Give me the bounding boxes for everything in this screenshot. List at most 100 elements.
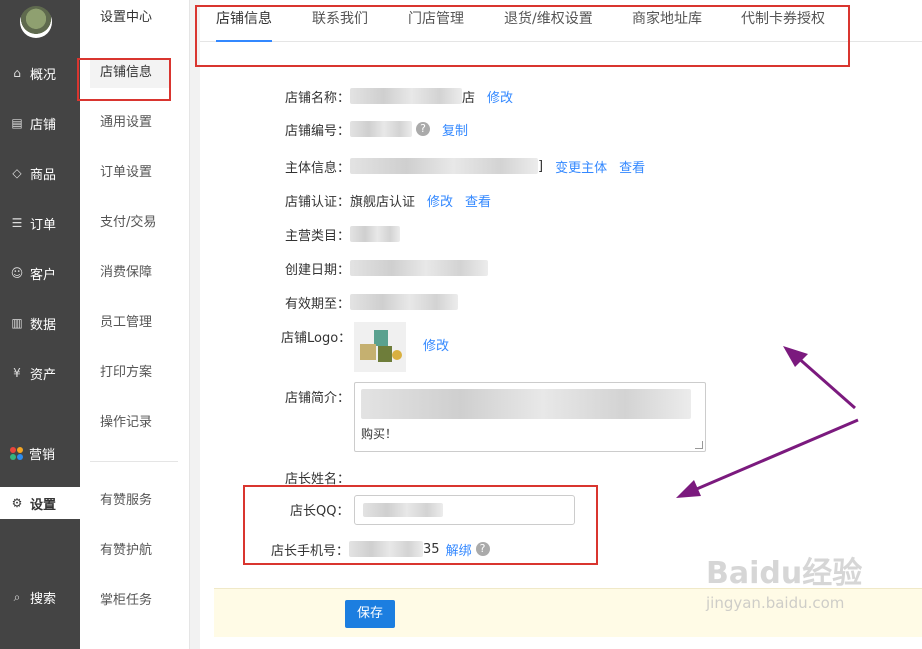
cert-label: 店铺认证：	[285, 194, 351, 210]
submenu-item-tasks[interactable]: 掌柜任务	[80, 586, 190, 616]
nav-label: 数据	[30, 317, 57, 333]
nav-label: 设置	[30, 497, 57, 513]
owner-phone-label: 店长手机号：	[271, 543, 350, 559]
row-store-number: 店铺编号： ? 复制	[285, 119, 468, 139]
app-root: ⌂ 概况 ▤ 店铺 ◇ 商品 ☰ 订单 ☺ 客户 ▥ 数据 ¥ 资产 营销 ⚙ …	[0, 0, 922, 649]
store-number-label: 店铺编号：	[285, 123, 351, 139]
created-label: 创建日期：	[285, 262, 351, 278]
submenu-divider	[90, 461, 178, 462]
nav-item-customers[interactable]: ☺ 客户	[0, 257, 80, 289]
submenu-item-payment[interactable]: 支付/交易	[80, 208, 190, 238]
submenu-item-protection[interactable]: 有赞护航	[80, 536, 190, 566]
row-logo: 店铺Logo：	[281, 326, 351, 346]
owner-qq-input[interactable]	[354, 495, 575, 525]
nav-item-search[interactable]: ⌕ 搜索	[0, 581, 80, 613]
nav-label: 搜索	[30, 591, 57, 607]
row-category: 主营类目：	[285, 224, 401, 244]
submenu-item-order[interactable]: 订单设置	[80, 158, 190, 188]
edit-cert-link[interactable]: 修改	[427, 191, 453, 210]
nav-item-data[interactable]: ▥ 数据	[0, 307, 80, 339]
yuan-icon: ¥	[13, 366, 21, 380]
nav-item-orders[interactable]: ☰ 订单	[0, 207, 80, 239]
gear-icon: ⚙	[11, 496, 23, 510]
avatar[interactable]	[20, 6, 52, 38]
edit-name-link[interactable]: 修改	[487, 87, 513, 106]
row-expires: 有效期至：	[285, 292, 459, 312]
tab-address[interactable]: 商家地址库	[632, 8, 702, 42]
category-label: 主营类目：	[285, 228, 351, 244]
row-store-name: 店铺名称： 店 修改	[285, 86, 513, 106]
row-owner-qq: 店长QQ：	[290, 499, 349, 519]
submenu-item-log[interactable]: 操作记录	[80, 408, 190, 438]
marketing-icon	[10, 446, 23, 460]
nav-item-settings[interactable]: ⚙ 设置	[0, 487, 80, 519]
logo-label: 店铺Logo：	[281, 330, 352, 346]
save-footer: 保存	[214, 588, 922, 637]
store-logo-image[interactable]	[354, 322, 406, 372]
owner-name-label: 店长姓名：	[285, 471, 351, 487]
nav-label: 概况	[30, 67, 57, 83]
order-icon: ☰	[11, 216, 23, 230]
entity-value	[350, 158, 539, 174]
row-intro: 店铺简介：	[285, 386, 350, 406]
owner-phone-tail: 35	[423, 541, 440, 557]
unbind-phone-link[interactable]: 解绑	[446, 540, 472, 559]
expires-value	[350, 294, 459, 310]
view-entity-link[interactable]: 查看	[619, 157, 645, 176]
nav-label: 客户	[30, 267, 57, 283]
help-icon[interactable]: ?	[475, 542, 490, 556]
intro-textarea[interactable]: 购买！	[354, 382, 706, 452]
submenu-item-general[interactable]: 通用设置	[80, 108, 190, 138]
intro-text-tail: 购买！	[361, 427, 398, 441]
resize-handle[interactable]	[695, 441, 703, 449]
store-name-label: 店铺名称：	[285, 90, 351, 106]
row-owner-name: 店长姓名：	[285, 467, 350, 487]
view-cert-link[interactable]: 查看	[465, 191, 491, 210]
owner-qq-label: 店长QQ：	[290, 503, 350, 519]
nav-item-store[interactable]: ▤ 店铺	[0, 107, 80, 139]
settings-submenu: 设置中心 店铺信息 通用设置 订单设置 支付/交易 消费保障 员工管理 打印方案…	[80, 0, 190, 649]
nav-item-overview[interactable]: ⌂ 概况	[0, 57, 80, 89]
submenu-title: 设置中心	[100, 10, 153, 25]
help-icon[interactable]: ?	[416, 122, 431, 136]
submenu-item-guarantee[interactable]: 消费保障	[80, 258, 190, 288]
tab-card-auth[interactable]: 代制卡券授权	[741, 8, 825, 42]
cert-value: 旗舰店认证	[350, 194, 416, 210]
nav-item-marketing[interactable]: 营销	[0, 437, 80, 469]
expires-label: 有效期至：	[285, 296, 351, 312]
intro-label: 店铺简介：	[285, 390, 351, 406]
customer-icon: ☺	[10, 266, 24, 280]
nav-label: 营销	[29, 447, 56, 463]
nav-item-assets[interactable]: ¥ 资产	[0, 357, 80, 389]
store-name-tail: 店	[462, 90, 476, 106]
category-value	[350, 226, 401, 242]
tag-icon: ◇	[12, 166, 22, 180]
overview-icon: ⌂	[13, 66, 21, 80]
chart-icon: ▥	[11, 316, 23, 330]
nav-label: 店铺	[30, 117, 57, 133]
owner-phone-value	[349, 541, 424, 557]
tab-stores[interactable]: 门店管理	[408, 8, 464, 42]
submenu-item-staff[interactable]: 员工管理	[80, 308, 190, 338]
copy-number-link[interactable]: 复制	[442, 120, 468, 139]
tab-returns[interactable]: 退货/维权设置	[504, 8, 593, 42]
row-entity: 主体信息： ] 变更主体 查看	[285, 156, 645, 176]
submenu-item-store-info[interactable]: 店铺信息	[90, 58, 170, 88]
tab-bar: 店铺信息 联系我们 门店管理 退货/维权设置 商家地址库 代制卡券授权	[200, 0, 922, 42]
save-button[interactable]: 保存	[345, 600, 395, 628]
submenu-item-print[interactable]: 打印方案	[80, 358, 190, 388]
nav-item-goods[interactable]: ◇ 商品	[0, 157, 80, 189]
row-owner-phone: 店长手机号： 35 解绑 ?	[271, 539, 490, 559]
edit-logo-link[interactable]: 修改	[423, 335, 449, 354]
entity-tail: ]	[538, 158, 544, 174]
owner-qq-value	[363, 503, 443, 517]
row-logo-action: 修改	[411, 334, 449, 354]
nav-label: 订单	[30, 217, 57, 233]
submenu-item-service[interactable]: 有赞服务	[80, 486, 190, 516]
tab-store-info[interactable]: 店铺信息	[216, 8, 272, 42]
tab-contact[interactable]: 联系我们	[312, 8, 368, 42]
change-entity-link[interactable]: 变更主体	[555, 157, 607, 176]
primary-nav: ⌂ 概况 ▤ 店铺 ◇ 商品 ☰ 订单 ☺ 客户 ▥ 数据 ¥ 资产 营销 ⚙ …	[0, 0, 80, 649]
store-name-value	[350, 88, 463, 104]
row-certification: 店铺认证： 旗舰店认证 修改 查看	[285, 190, 491, 210]
